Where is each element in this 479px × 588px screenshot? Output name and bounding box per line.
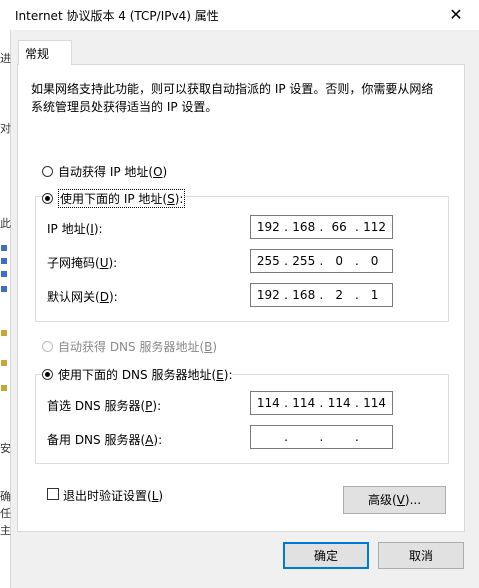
- advanced-button[interactable]: 高级(V)...: [343, 486, 446, 514]
- bg-text: 进: [0, 52, 11, 65]
- description-text: 如果网络支持此功能，则可以获取自动指派的 IP 设置。否则，你需要从网络系统管理…: [31, 82, 434, 114]
- radio-button-checked[interactable]: [42, 369, 53, 380]
- ip-address-label: IP 地址(I):: [47, 222, 103, 236]
- preferred-dns-label: 首选 DNS 服务器(P):: [47, 399, 162, 413]
- alternate-dns-label: 备用 DNS 服务器(A):: [47, 433, 163, 447]
- tab-label: 常规: [25, 47, 50, 61]
- close-icon[interactable]: ✕: [441, 4, 471, 26]
- ip-address-input[interactable]: 192. 168. 66. 112: [250, 215, 393, 239]
- validate-label: 退出时验证设置(L): [63, 489, 164, 503]
- ip-auto-label: 自动获得 IP 地址(O): [58, 165, 168, 179]
- radio-button-disabled[interactable]: [42, 341, 53, 352]
- dns-auto-label: 自动获得 DNS 服务器地址(B): [58, 340, 218, 354]
- bg-text: 主: [0, 524, 11, 537]
- radio-button[interactable]: [42, 166, 53, 177]
- window-title: Internet 协议版本 4 (TCP/IPv4) 属性: [15, 9, 219, 23]
- background-window-strip: 进 对 此 安 确 任 主: [0, 30, 11, 588]
- dns-manual-label: 使用下面的 DNS 服务器地址(E):: [58, 368, 233, 382]
- validate-checkbox[interactable]: [47, 488, 59, 500]
- ip-manual-label: 使用下面的 IP 地址(S):: [58, 189, 186, 208]
- dns-manual-radio[interactable]: 使用下面的 DNS 服务器地址(E):: [42, 366, 233, 383]
- alternate-dns-input[interactable]: . . .: [250, 425, 393, 449]
- cancel-button[interactable]: 取消: [378, 542, 464, 569]
- bg-text: 此: [0, 217, 11, 230]
- bg-text: 任: [0, 507, 11, 520]
- dns-auto-radio[interactable]: 自动获得 DNS 服务器地址(B): [42, 338, 217, 355]
- bg-icon: [1, 271, 7, 277]
- subnet-mask-label: 子网掩码(U):: [47, 256, 118, 270]
- ip-auto-radio[interactable]: 自动获得 IP 地址(O): [42, 163, 167, 180]
- bg-icon: [1, 385, 7, 391]
- preferred-dns-input[interactable]: 114. 114. 114. 114: [250, 391, 393, 415]
- bg-text: 安: [0, 442, 11, 455]
- bg-icon: [1, 360, 7, 366]
- bg-icon: [1, 330, 7, 336]
- title-bar[interactable]: Internet 协议版本 4 (TCP/IPv4) 属性 ✕: [0, 0, 479, 30]
- default-gateway-label: 默认网关(D):: [47, 290, 118, 304]
- bg-icon: [1, 286, 7, 292]
- bg-icon: [1, 258, 7, 264]
- bg-text: 确: [0, 490, 11, 503]
- dns-settings-group: [35, 374, 449, 464]
- subnet-mask-input[interactable]: 255. 255. 0. 0: [250, 249, 393, 273]
- ok-button[interactable]: 确定: [283, 542, 369, 569]
- bg-icon: [1, 245, 7, 251]
- ip-manual-radio[interactable]: 使用下面的 IP 地址(S):: [42, 189, 186, 208]
- tab-general[interactable]: 常规: [18, 40, 72, 65]
- bg-text: 对: [0, 122, 11, 135]
- radio-button-checked[interactable]: [42, 193, 53, 204]
- default-gateway-input[interactable]: 192. 168. 2. 1: [250, 283, 393, 307]
